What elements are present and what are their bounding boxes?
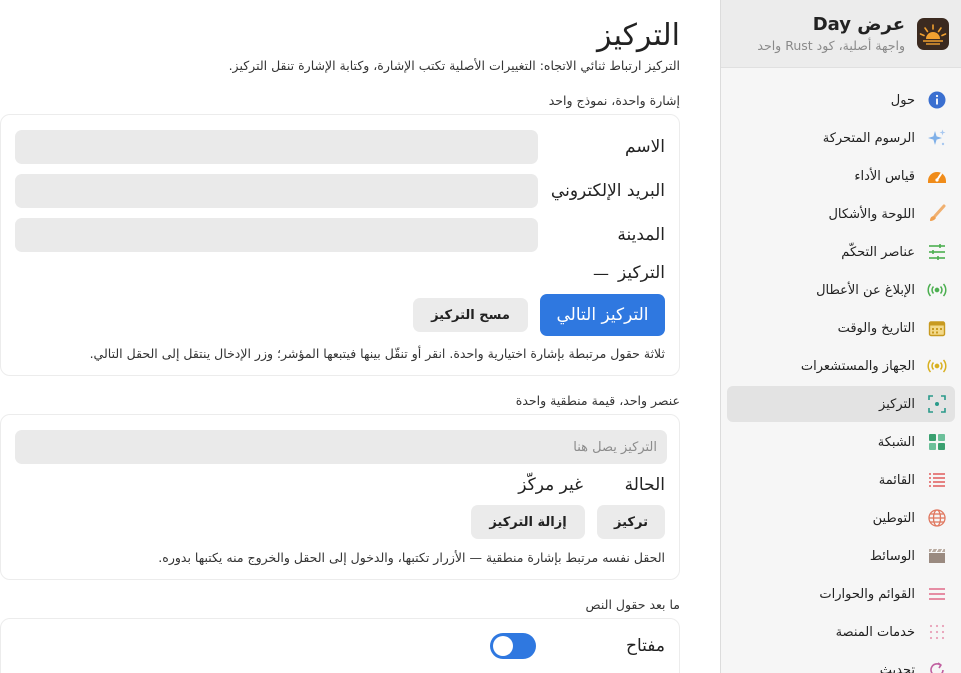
- info-icon: [927, 90, 947, 110]
- clear-focus-button[interactable]: مسح التركيز: [413, 298, 528, 332]
- field-label-email: البريد الإلكتروني: [550, 181, 665, 201]
- section-label-single-signal: إشارة واحدة، نموذج واحد: [548, 93, 680, 108]
- sidebar-item-label: تحديث: [879, 662, 915, 673]
- sidebar-item-label: اللوحة والأشكال: [828, 206, 915, 222]
- globe-icon: [927, 508, 947, 528]
- list-icon: [927, 470, 947, 490]
- name-input[interactable]: [15, 130, 538, 164]
- sidebar-item-label: الشبكة: [877, 434, 915, 450]
- sidebar-item-refresh[interactable]: تحديث: [727, 652, 955, 673]
- sidebar-item-platform-services[interactable]: خدمات المنصة: [727, 614, 955, 650]
- clapper-icon: [927, 546, 947, 566]
- section-label-single-element: عنصر واحد، قيمة منطقية واحدة: [515, 393, 680, 408]
- status-row: الحالة غير مركّز: [15, 472, 665, 498]
- section-label-beyond-text-fields: ما بعد حقول النص: [585, 597, 680, 612]
- sidebar-item-label: خدمات المنصة: [835, 624, 915, 640]
- page-description: التركيز ارتباط ثنائي الاتجاه: التغييرات …: [228, 58, 680, 73]
- card-single-signal-form: الاسم البريد الإلكتروني المدينة التركيز …: [0, 114, 680, 376]
- blur-button[interactable]: إزالة التركيز: [471, 505, 585, 539]
- sidebar-item-label: التوطين: [872, 510, 915, 526]
- sidebar-item-label: قياس الأداء: [854, 168, 915, 184]
- section1-hint: ثلاثة حقول مرتبطة بإشارة اختيارية واحدة.…: [89, 346, 665, 361]
- sidebar-item-menus-dialogs[interactable]: القوائم والحوارات: [727, 576, 955, 612]
- switch-row: مفتاح: [15, 633, 665, 659]
- sensor-icon: [927, 356, 947, 376]
- sidebar-item-canvas[interactable]: اللوحة والأشكال: [727, 196, 955, 232]
- sidebar: عرض Day واجهة أصلية، كود Rust واحد حول ا…: [720, 0, 961, 673]
- sidebar-item-label: التركيز: [879, 396, 915, 412]
- dots-grid-icon: [927, 622, 947, 642]
- focus-icon: [927, 394, 947, 414]
- sliders-icon: [927, 242, 947, 262]
- sidebar-item-label: الرسوم المتحركة: [822, 130, 915, 146]
- sidebar-item-datetime[interactable]: التاريخ والوقت: [727, 310, 955, 346]
- sidebar-item-label: حول: [890, 92, 915, 108]
- focus-readout-value: —: [593, 263, 609, 283]
- sidebar-item-label: الجهاز والمستشعرات: [800, 358, 915, 374]
- section2-hint: الحقل نفسه مرتبط بإشارة منطقية — الأزرار…: [158, 550, 665, 565]
- field-label-city: المدينة: [617, 225, 665, 245]
- sidebar-item-list[interactable]: القائمة: [727, 462, 955, 498]
- sidebar-item-label: القائمة: [878, 472, 915, 488]
- calendar-icon: [927, 318, 947, 338]
- sidebar-item-localization[interactable]: التوطين: [727, 500, 955, 536]
- sidebar-item-focus[interactable]: التركيز: [727, 386, 955, 422]
- sidebar-item-device-sensors[interactable]: الجهاز والمستشعرات: [727, 348, 955, 384]
- speedometer-icon: [927, 166, 947, 186]
- sidebar-item-label: التاريخ والوقت: [837, 320, 915, 336]
- toggle-switch[interactable]: [490, 633, 536, 659]
- email-input[interactable]: [15, 174, 538, 208]
- broadcast-icon: [927, 280, 947, 300]
- sidebar-item-crash-reporting[interactable]: الإبلاغ عن الأعطال: [727, 272, 955, 308]
- brush-icon: [927, 204, 947, 224]
- toggle-knob: [493, 636, 513, 656]
- sidebar-item-label: القوائم والحوارات: [819, 586, 915, 602]
- status-label: الحالة: [624, 475, 665, 495]
- sidebar-header: عرض Day واجهة أصلية، كود Rust واحد: [721, 0, 961, 68]
- sidebar-item-about[interactable]: حول: [727, 82, 955, 118]
- sidebar-item-label: الوسائط: [869, 548, 915, 564]
- focus-target-input[interactable]: [15, 430, 667, 464]
- card-beyond-text-fields: مفتاح: [0, 618, 680, 673]
- sidebar-item-media[interactable]: الوسائط: [727, 538, 955, 574]
- grid-icon: [927, 432, 947, 452]
- app-subtitle: واجهة أصلية، كود Rust واحد: [757, 38, 905, 53]
- main-content: التركيز التركيز ارتباط ثنائي الاتجاه: ال…: [0, 0, 720, 673]
- refresh-icon: [927, 660, 947, 673]
- status-value: غير مركّز: [518, 475, 583, 495]
- app-title: عرض Day: [812, 14, 905, 35]
- sidebar-item-controls[interactable]: عناصر التحكّم: [727, 234, 955, 270]
- sidebar-item-performance[interactable]: قياس الأداء: [727, 158, 955, 194]
- menu-icon: [927, 584, 947, 604]
- focus-button[interactable]: تركيز: [597, 505, 665, 539]
- app-logo-icon: [917, 17, 949, 50]
- focus-readout-row: التركيز —: [15, 260, 665, 286]
- sidebar-item-label: عناصر التحكّم: [841, 244, 915, 260]
- sidebar-item-label: الإبلاغ عن الأعطال: [816, 282, 915, 298]
- field-label-name: الاسم: [625, 137, 665, 157]
- switch-label: مفتاح: [626, 636, 665, 656]
- card-single-element-boolean: الحالة غير مركّز تركيز إزالة التركيز الح…: [0, 414, 680, 580]
- sidebar-item-animations[interactable]: الرسوم المتحركة: [727, 120, 955, 156]
- focus-next-button[interactable]: التركيز التالي: [540, 294, 665, 336]
- sidebar-nav: حول الرسوم المتحركة قياس الأداء اللوحة و…: [721, 68, 961, 673]
- sparkles-icon: [927, 128, 947, 148]
- city-input[interactable]: [15, 218, 538, 252]
- page-title: التركيز: [597, 18, 680, 53]
- sidebar-item-grid[interactable]: الشبكة: [727, 424, 955, 460]
